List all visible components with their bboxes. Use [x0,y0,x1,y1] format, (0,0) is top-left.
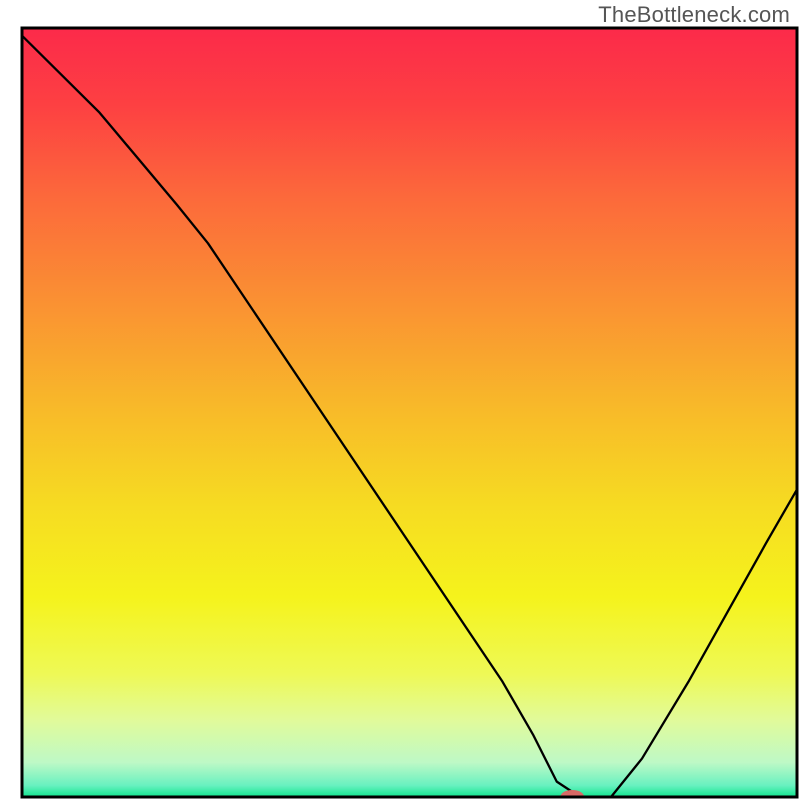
watermark-text: TheBottleneck.com [598,2,790,28]
gradient-background [22,28,797,797]
bottleneck-chart [0,0,800,800]
chart-container: TheBottleneck.com [0,0,800,800]
